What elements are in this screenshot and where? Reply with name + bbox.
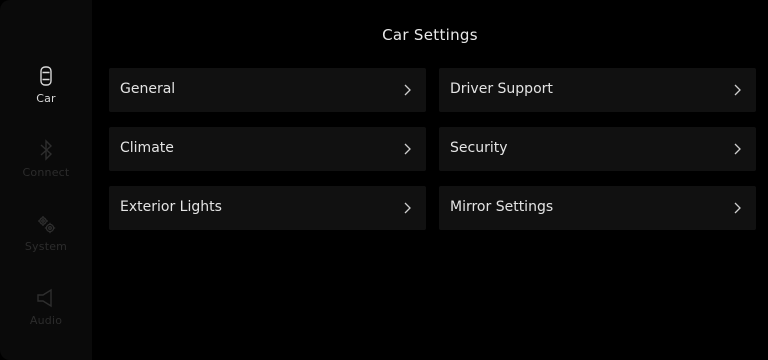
car-icon xyxy=(34,64,58,88)
sidebar-item-label: Car xyxy=(36,92,56,105)
speaker-icon xyxy=(34,286,58,310)
menu-item-label: Climate xyxy=(120,140,174,156)
sidebar-item-label: Audio xyxy=(29,314,63,327)
chevron-right-icon xyxy=(730,142,744,156)
menu-item-label: Mirror Settings xyxy=(450,199,554,215)
chevron-right-icon xyxy=(400,201,414,215)
menu-item-security[interactable]: Security xyxy=(439,127,756,171)
menu-item-mirror-settings[interactable]: Mirror Settings xyxy=(439,186,756,230)
menu-item-general[interactable]: General xyxy=(109,68,426,112)
sidebar-item-label: System xyxy=(24,240,68,253)
page-title: Car Settings xyxy=(382,26,478,44)
sidebar-item-car[interactable]: Car xyxy=(0,64,92,128)
sidebar-item-audio[interactable]: Audio xyxy=(0,286,92,350)
car-settings-screen: Car Connect System Audio Car Settings Ge… xyxy=(0,0,768,360)
menu-item-climate[interactable]: Climate xyxy=(109,127,426,171)
menu-item-label: Security xyxy=(450,140,508,156)
menu-item-label: Exterior Lights xyxy=(120,199,222,215)
chevron-right-icon xyxy=(400,142,414,156)
sidebar-item-connect[interactable]: Connect xyxy=(0,138,92,202)
sidebar-item-system[interactable]: System xyxy=(0,212,92,276)
gears-icon xyxy=(34,212,58,236)
chevron-right-icon xyxy=(730,201,744,215)
menu-item-exterior-lights[interactable]: Exterior Lights xyxy=(109,186,426,230)
sidebar: Car Connect System Audio xyxy=(0,0,92,360)
bluetooth-icon xyxy=(34,138,58,162)
chevron-right-icon xyxy=(730,83,744,97)
sidebar-item-label: Connect xyxy=(22,166,70,179)
chevron-right-icon xyxy=(400,83,414,97)
menu-item-label: General xyxy=(120,81,176,97)
menu-item-driver-support[interactable]: Driver Support xyxy=(439,68,756,112)
menu-item-label: Driver Support xyxy=(450,81,553,97)
